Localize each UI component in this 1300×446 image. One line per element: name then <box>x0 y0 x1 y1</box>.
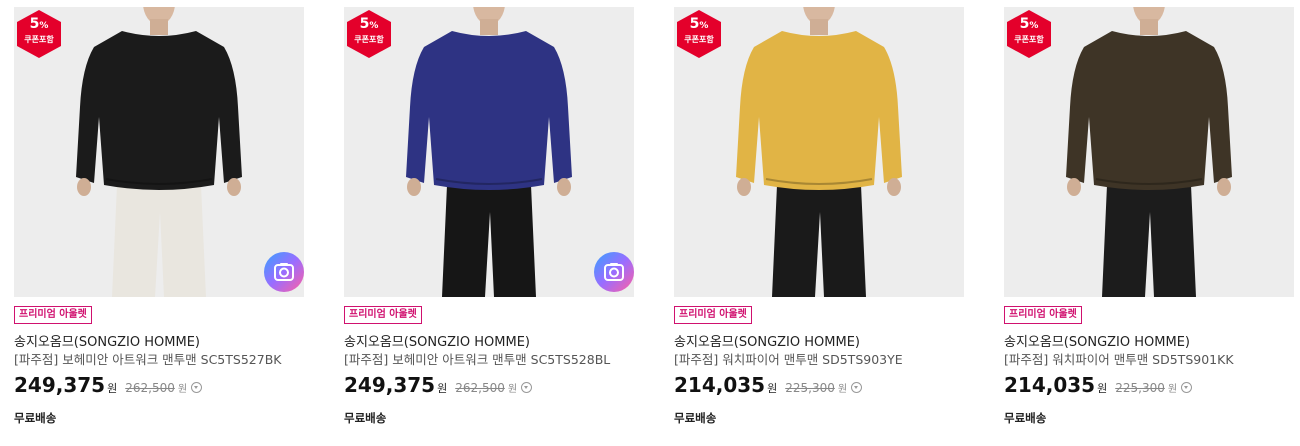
original-price: 262,500 <box>455 381 505 395</box>
price-row: 214,035 원 225,300 원 <box>674 373 863 399</box>
coupon-unit: % <box>39 21 49 31</box>
free-shipping-label: 무료배송 <box>1004 411 1047 425</box>
camera-snap-icon <box>604 263 624 281</box>
product-name[interactable]: [파주점] 보헤미안 아트워크 맨투맨 SC5TS527BK <box>14 349 281 368</box>
product-card[interactable]: 5% 쿠폰포함 프리미엄 아울렛 송지오옴므(SONGZIO HOMME) [파… <box>344 7 634 437</box>
coupon-label: 쿠폰포함 <box>1014 35 1044 44</box>
price-row: 249,375 원 262,500 원 <box>344 373 533 399</box>
brand-name[interactable]: 송지오옴므(SONGZIO HOMME) <box>344 331 530 350</box>
camera-snap-icon <box>274 263 294 281</box>
coupon-label: 쿠폰포함 <box>684 35 714 44</box>
free-shipping-label: 무료배송 <box>344 411 387 425</box>
coupon-label: 쿠폰포함 <box>354 35 384 44</box>
price-unit: 원 <box>1097 382 1108 395</box>
product-image[interactable]: 5% 쿠폰포함 <box>1004 7 1294 297</box>
coupon-percent: 5 <box>29 16 40 32</box>
chevron-down-circle-icon[interactable] <box>521 382 533 393</box>
original-price: 262,500 <box>125 381 175 395</box>
premium-outlet-badge: 프리미엄 아울렛 <box>1004 306 1082 324</box>
product-grid: 5% 쿠폰포함 프리미엄 아울렛 송지오옴므(SONGZIO HOMME) [파… <box>14 7 1294 437</box>
brand-name[interactable]: 송지오옴므(SONGZIO HOMME) <box>1004 331 1190 350</box>
coupon-percent: 5 <box>359 16 370 32</box>
product-image[interactable]: 5% 쿠폰포함 <box>14 7 304 297</box>
coupon-badge: 5% 쿠폰포함 <box>16 9 62 59</box>
coupon-badge: 5% 쿠폰포함 <box>676 9 722 59</box>
product-card[interactable]: 5% 쿠폰포함 프리미엄 아울렛 송지오옴므(SONGZIO HOMME) [파… <box>1004 7 1294 437</box>
coupon-unit: % <box>1029 21 1039 31</box>
original-price-unit: 원 <box>177 384 188 395</box>
sale-price: 249,375 <box>344 373 436 397</box>
product-image[interactable]: 5% 쿠폰포함 <box>674 7 964 297</box>
premium-outlet-badge: 프리미엄 아울렛 <box>14 306 92 324</box>
product-image[interactable]: 5% 쿠폰포함 <box>344 7 634 297</box>
sale-price: 214,035 <box>1004 373 1096 397</box>
sale-price: 214,035 <box>674 373 766 397</box>
original-price-unit: 원 <box>507 384 518 395</box>
price-row: 249,375 원 262,500 원 <box>14 373 203 399</box>
coupon-badge: 5% 쿠폰포함 <box>1006 9 1052 59</box>
original-price: 225,300 <box>785 381 835 395</box>
chevron-down-circle-icon[interactable] <box>851 382 863 393</box>
product-card[interactable]: 5% 쿠폰포함 프리미엄 아울렛 송지오옴므(SONGZIO HOMME) [파… <box>674 7 964 437</box>
product-name[interactable]: [파주점] 워치파이어 맨투맨 SD5TS901KK <box>1004 349 1234 368</box>
price-unit: 원 <box>107 382 118 395</box>
coupon-percent: 5 <box>1019 16 1030 32</box>
chevron-down-circle-icon[interactable] <box>1181 382 1193 393</box>
product-name[interactable]: [파주점] 워치파이어 맨투맨 SD5TS903YE <box>674 349 903 368</box>
original-price: 225,300 <box>1115 381 1165 395</box>
original-price-unit: 원 <box>837 384 848 395</box>
sale-price: 249,375 <box>14 373 106 397</box>
premium-outlet-badge: 프리미엄 아울렛 <box>674 306 752 324</box>
product-name[interactable]: [파주점] 보헤미안 아트워크 맨투맨 SC5TS528BL <box>344 349 610 368</box>
snap-review-button[interactable] <box>264 252 304 292</box>
product-card[interactable]: 5% 쿠폰포함 프리미엄 아울렛 송지오옴므(SONGZIO HOMME) [파… <box>14 7 304 437</box>
price-unit: 원 <box>437 382 448 395</box>
price-row: 214,035 원 225,300 원 <box>1004 373 1193 399</box>
coupon-unit: % <box>369 21 379 31</box>
brand-name[interactable]: 송지오옴므(SONGZIO HOMME) <box>674 331 860 350</box>
snap-review-button[interactable] <box>594 252 634 292</box>
coupon-unit: % <box>699 21 709 31</box>
original-price-unit: 원 <box>1167 384 1178 395</box>
free-shipping-label: 무료배송 <box>674 411 717 425</box>
price-unit: 원 <box>767 382 778 395</box>
coupon-badge: 5% 쿠폰포함 <box>346 9 392 59</box>
coupon-label: 쿠폰포함 <box>24 35 54 44</box>
chevron-down-circle-icon[interactable] <box>191 382 203 393</box>
free-shipping-label: 무료배송 <box>14 411 57 425</box>
coupon-percent: 5 <box>689 16 700 32</box>
premium-outlet-badge: 프리미엄 아울렛 <box>344 306 422 324</box>
brand-name[interactable]: 송지오옴므(SONGZIO HOMME) <box>14 331 200 350</box>
